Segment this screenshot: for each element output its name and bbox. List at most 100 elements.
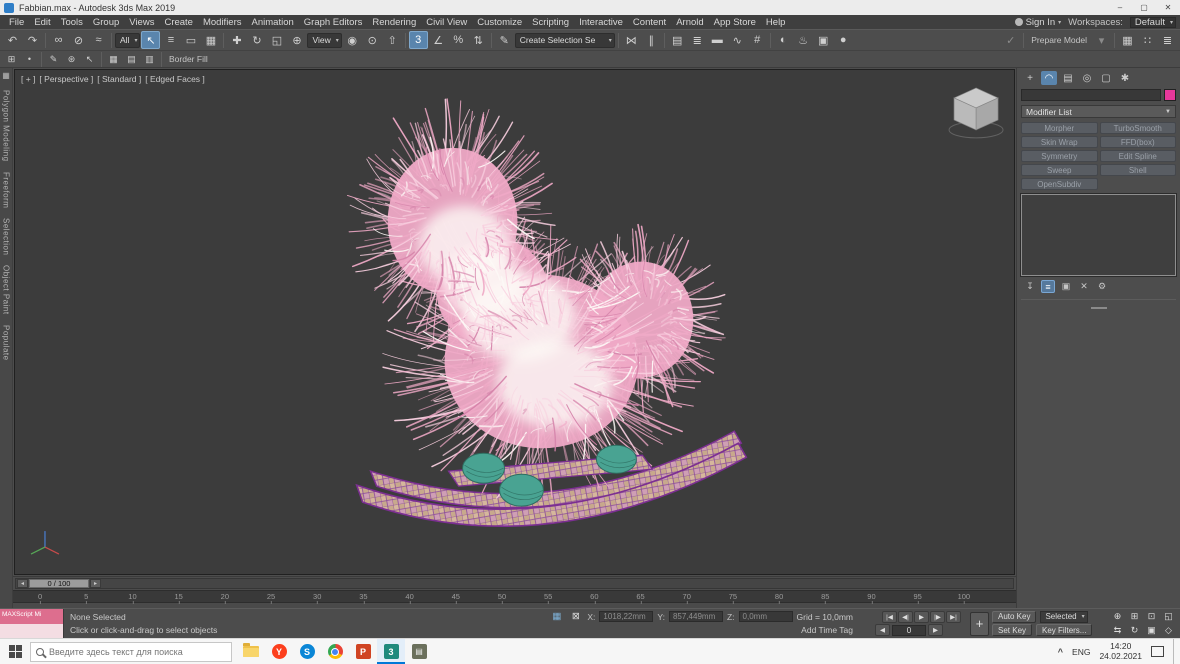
previous-frame-button[interactable]: ◀: [875, 624, 890, 636]
brush-tool-icon[interactable]: ✎: [45, 52, 62, 66]
go-to-end-button[interactable]: ▶|: [946, 611, 961, 623]
search-input[interactable]: [49, 647, 226, 657]
viewport-canvas[interactable]: [15, 70, 1014, 574]
modifier-button-sweep[interactable]: Sweep: [1021, 164, 1098, 176]
menu-scripting[interactable]: Scripting: [527, 17, 574, 28]
menu-rendering[interactable]: Rendering: [367, 17, 421, 28]
menu-civil-view[interactable]: Civil View: [421, 17, 472, 28]
next-frame-button[interactable]: ▶: [928, 624, 943, 636]
next-frame-arrow[interactable]: ▸: [90, 579, 101, 588]
select-and-link-icon[interactable]: ∞: [49, 31, 68, 49]
select-and-manipulate-icon[interactable]: ⊙: [363, 31, 382, 49]
configure-modifier-sets-icon[interactable]: ⚙: [1095, 280, 1109, 293]
maximize-viewport-toggle-icon[interactable]: ▣: [1144, 624, 1159, 636]
add-time-tag[interactable]: Add Time Tag: [801, 625, 853, 635]
minimize-button[interactable]: –: [1108, 0, 1132, 15]
modifier-button-opensubdiv[interactable]: OpenSubdiv: [1021, 178, 1098, 190]
dots-grid-icon[interactable]: ∷: [1138, 31, 1157, 49]
toggle-ribbon-icon[interactable]: ▬: [708, 31, 727, 49]
ribbon-tab-object-paint[interactable]: Object Paint: [2, 265, 11, 315]
viewport-style-menu[interactable]: [ Standard ]: [97, 74, 141, 84]
motion-tab-icon[interactable]: ◎: [1079, 71, 1095, 85]
show-end-result-icon[interactable]: ≡: [1041, 280, 1055, 293]
close-button[interactable]: ✕: [1156, 0, 1180, 15]
viewport-pov-menu[interactable]: [ Perspective ]: [39, 74, 93, 84]
menu-arnold[interactable]: Arnold: [671, 17, 708, 28]
ribbon-config-icon[interactable]: ▦: [2, 71, 10, 80]
spinner-snap-icon[interactable]: ⇅: [469, 31, 488, 49]
previous-frame-arrow[interactable]: ◂: [17, 579, 28, 588]
grid-tool-a-icon[interactable]: ▦: [105, 52, 122, 66]
modifier-button-ffd-box[interactable]: FFD(box): [1100, 136, 1177, 148]
key-filters-button[interactable]: Key Filters...: [1036, 624, 1092, 636]
undo-icon[interactable]: ↶: [3, 31, 22, 49]
menu-create[interactable]: Create: [159, 17, 198, 28]
menu-app-store[interactable]: App Store: [709, 17, 761, 28]
selection-filter-dropdown[interactable]: All: [115, 33, 140, 48]
menu-help[interactable]: Help: [761, 17, 791, 28]
ribbon-tab-populate[interactable]: Populate: [2, 325, 11, 361]
selection-lock-icon[interactable]: ⊠: [568, 611, 583, 623]
paint-deform-icon[interactable]: ⊛: [63, 52, 80, 66]
toggle-scene-explorer-icon[interactable]: ▤: [668, 31, 687, 49]
unlink-selection-icon[interactable]: ⊘: [69, 31, 88, 49]
time-slider-handle[interactable]: 0 / 100: [29, 579, 89, 588]
menu-graph-editors[interactable]: Graph Editors: [299, 17, 368, 28]
viewport-layout-icon[interactable]: ▦: [1118, 31, 1137, 49]
file-explorer-icon[interactable]: [237, 639, 265, 664]
tray-expand-icon[interactable]: ^: [1058, 647, 1063, 657]
angle-snap-icon[interactable]: ∠: [429, 31, 448, 49]
taskbar-clock[interactable]: 14:20 24.02.2021: [1099, 642, 1142, 662]
modifier-button-turbosmooth[interactable]: TurboSmooth: [1100, 122, 1177, 134]
select-by-name-icon[interactable]: ≡: [161, 31, 180, 49]
align-icon[interactable]: ∥: [642, 31, 661, 49]
x-coordinate-field[interactable]: 1018,22mm: [599, 611, 653, 622]
key-mode-dropdown[interactable]: Selected: [1040, 611, 1087, 623]
grid-tool-b-icon[interactable]: ▤: [123, 52, 140, 66]
grid-tool-c-icon[interactable]: ▥: [141, 52, 158, 66]
curve-editor-icon[interactable]: ∿: [728, 31, 747, 49]
go-to-start-button[interactable]: |◀: [882, 611, 897, 623]
modifier-button-skin-wrap[interactable]: Skin Wrap: [1021, 136, 1098, 148]
modifier-button-morpher[interactable]: Morpher: [1021, 122, 1098, 134]
set-key-button[interactable]: Set Key: [992, 624, 1032, 636]
menu-customize[interactable]: Customize: [472, 17, 527, 28]
zoom-all-icon[interactable]: ⊞: [1127, 611, 1142, 623]
current-frame-field[interactable]: 0: [892, 625, 926, 636]
utilities-tab-icon[interactable]: ✱: [1117, 71, 1133, 85]
menu-modifiers[interactable]: Modifiers: [198, 17, 247, 28]
edit-named-selection-sets-icon[interactable]: ✎: [495, 31, 514, 49]
zoom-icon[interactable]: ⊕: [1110, 611, 1125, 623]
app-icon[interactable]: ▤: [405, 639, 433, 664]
viewport-general-menu[interactable]: [ + ]: [21, 74, 35, 84]
workspace-dropdown[interactable]: Default: [1130, 17, 1176, 28]
ribbon-tab-selection[interactable]: Selection: [2, 218, 11, 255]
render-production-icon[interactable]: ●: [834, 31, 853, 49]
view-cube[interactable]: [949, 88, 1003, 138]
viewport[interactable]: [ + ] [ Perspective ] [ Standard ] [ Edg…: [14, 69, 1015, 575]
hamburger-menu-icon[interactable]: ≣: [1158, 31, 1177, 49]
taskbar-search[interactable]: [30, 642, 232, 662]
menu-file[interactable]: File: [4, 17, 29, 28]
maxscript-mini-listener[interactable]: MAXScript Mi: [0, 609, 64, 638]
menu-edit[interactable]: Edit: [29, 17, 55, 28]
track-bar[interactable]: 0510152025303540455055606570758085909510…: [13, 590, 1016, 603]
select-and-place-icon[interactable]: ⊕: [287, 31, 306, 49]
create-tab-icon[interactable]: +: [1022, 71, 1038, 85]
auto-key-button[interactable]: Auto Key: [992, 611, 1036, 623]
ribbon-tab-freeform[interactable]: Freeform: [2, 172, 11, 208]
z-coordinate-field[interactable]: 0,0mm: [739, 611, 793, 622]
previous-key-button[interactable]: ◀|: [898, 611, 913, 623]
zoom-region-icon[interactable]: ◱: [1161, 611, 1176, 623]
viewport-window-icon[interactable]: ⊞: [3, 52, 20, 66]
play-button[interactable]: ▶: [914, 611, 929, 623]
pan-icon[interactable]: ⇆: [1110, 624, 1125, 636]
ribbon-tab-polygon-modeling[interactable]: Polygon Modeling: [2, 90, 11, 162]
modifier-stack[interactable]: [1021, 194, 1176, 276]
select-object-icon[interactable]: ↖: [141, 31, 160, 49]
render-setup-icon[interactable]: ♨: [794, 31, 813, 49]
menu-content[interactable]: Content: [628, 17, 671, 28]
modify-tab-icon[interactable]: ◠: [1041, 71, 1057, 85]
skype-icon[interactable]: S: [293, 639, 321, 664]
action-center-icon[interactable]: [1151, 646, 1164, 657]
